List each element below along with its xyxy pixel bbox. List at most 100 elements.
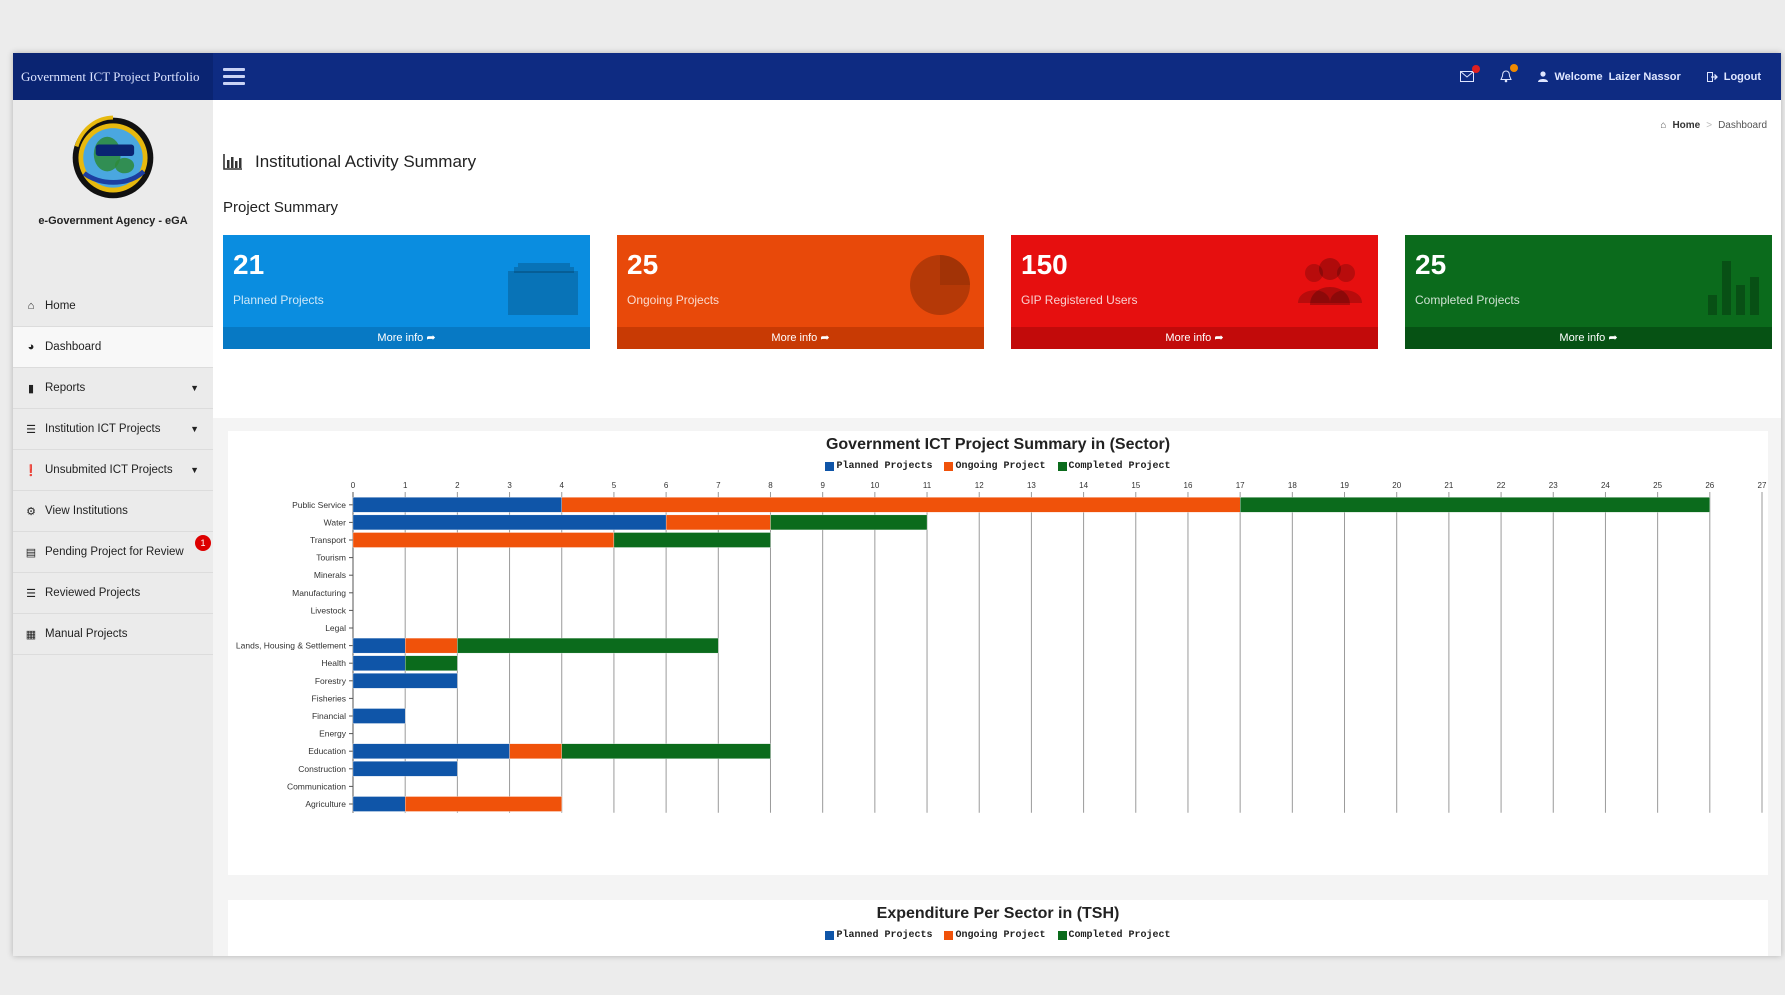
sidebar-item-reviewed-projects[interactable]: ☰ Reviewed Projects [13, 573, 213, 614]
x-tick-label: 9 [820, 481, 825, 490]
x-tick-label: 23 [1549, 481, 1558, 490]
x-tick-label: 22 [1497, 481, 1506, 490]
sidebar: e-Government Agency - eGA ⌂ Home ◕ Dashb… [13, 100, 213, 956]
notification-dot [1510, 64, 1519, 72]
y-tick-label: Public Service [292, 500, 346, 510]
sidebar-item-reports[interactable]: ▮ Reports ▼ [13, 368, 213, 409]
y-tick-label: Transport [310, 535, 347, 545]
y-tick-label: Tourism [316, 553, 346, 563]
sidebar-item-label: Dashboard [45, 341, 102, 353]
notification-dot [1472, 65, 1481, 73]
pending-count-badge: 1 [195, 535, 211, 551]
box-value: 150 [1021, 249, 1068, 280]
top-navbar: Government ICT Project Portfolio Welcome… [13, 53, 1781, 100]
legend-label: Ongoing Project [955, 930, 1046, 941]
dashboard-icon: ◕ [27, 341, 35, 353]
x-tick-label: 13 [1027, 481, 1036, 490]
user-menu[interactable]: Welcome Laizer Nassor [1538, 71, 1681, 83]
bar-segment [352, 761, 458, 777]
bar-segment [613, 532, 771, 548]
legend-swatch [944, 931, 954, 940]
legend-swatch [1057, 931, 1067, 940]
y-tick-label: Water [324, 517, 347, 527]
y-tick-label: Minerals [314, 570, 346, 580]
legend-label: Planned Projects [836, 930, 933, 941]
bar-segment [352, 637, 406, 654]
arrow-circle-right-icon: ➦ [426, 332, 436, 344]
sidebar-item-label: Reports [45, 382, 86, 394]
x-tick-label: 7 [716, 481, 721, 490]
notifications-button[interactable] [1500, 64, 1519, 83]
summary-section: ⌂ Home > Dashboard Institutional Activit… [213, 100, 1781, 418]
box-value: 25 [1415, 249, 1447, 280]
section-title: Project Summary [223, 199, 339, 216]
sidebar-item-label: Reviewed Projects [45, 587, 141, 599]
users-icon [1298, 258, 1362, 305]
sidebar-item-label: Unsubmited ICT Projects [45, 464, 173, 476]
sidebar-item-label: Institution ICT Projects [45, 423, 161, 435]
more-info-link[interactable]: More info ➦ [1011, 327, 1378, 349]
bar-segment [405, 637, 458, 654]
more-info-label: More info [1559, 332, 1606, 344]
arrow-circle-right-icon: ➦ [1214, 332, 1224, 344]
y-tick-label: Financial [312, 711, 346, 721]
sidebar-item-home[interactable]: ⌂ Home [13, 286, 213, 327]
legend-item[interactable]: Planned Projects [825, 930, 932, 941]
main-content: ⌂ Home > Dashboard Institutional Activit… [213, 100, 1781, 956]
sidebar-item-dashboard[interactable]: ◕ Dashboard [13, 327, 213, 368]
list-icon: ☰ [26, 587, 36, 600]
ongoing-projects-box: 25 Ongoing Projects More info ➦ [617, 235, 984, 349]
more-info-link[interactable]: More info ➦ [1405, 327, 1772, 349]
home-icon: ⌂ [27, 300, 35, 312]
x-tick-label: 3 [507, 481, 512, 490]
x-tick-label: 12 [975, 481, 984, 490]
legend-label: Completed Project [1068, 930, 1171, 941]
sidebar-item-manual-projects[interactable]: ▦ Manual Projects [13, 614, 213, 655]
bar-segment [1239, 497, 1710, 513]
menu-toggle-icon[interactable] [223, 68, 245, 85]
gear-icon: ⚙ [26, 505, 36, 518]
sidebar-item-view-institutions[interactable]: ⚙ View Institutions [13, 491, 213, 532]
y-tick-label: Lands, Housing & Settlement [236, 641, 347, 651]
breadcrumb-home-link[interactable]: Home [1672, 120, 1700, 131]
legend-swatch [825, 931, 835, 940]
x-tick-label: 19 [1340, 481, 1349, 490]
x-tick-label: 14 [1079, 481, 1088, 490]
more-info-link[interactable]: More info ➦ [617, 327, 984, 349]
more-info-label: More info [377, 332, 424, 344]
x-tick-label: 2 [455, 481, 460, 490]
app-brand[interactable]: Government ICT Project Portfolio [13, 53, 213, 100]
agency-logo-block: e-Government Agency - eGA [13, 100, 213, 286]
messages-button[interactable] [1460, 65, 1481, 82]
chart-title: Expenditure Per Sector in (TSH) [876, 905, 1120, 922]
info-icon: ❗ [24, 464, 38, 477]
arrow-circle-right-icon: ➦ [1608, 332, 1618, 344]
bar-segment [352, 673, 458, 689]
more-info-link[interactable]: More info ➦ [223, 327, 590, 349]
sidebar-item-pending-review[interactable]: ▤ Pending Project for Review 1 [13, 532, 213, 573]
bar-segment [509, 743, 562, 759]
x-tick-label: 10 [870, 481, 879, 490]
breadcrumb-current: Dashboard [1718, 120, 1767, 131]
sidebar-item-unsubmitted-ict-projects[interactable]: ❗ Unsubmited ICT Projects ▼ [13, 450, 213, 491]
bar-segment [405, 655, 458, 671]
bar-segment [352, 655, 406, 671]
y-tick-label: Education [308, 746, 346, 756]
more-info-label: More info [771, 332, 818, 344]
bar-segment [561, 743, 771, 759]
legend-item[interactable]: Completed Project [1057, 930, 1171, 941]
x-tick-label: 15 [1131, 481, 1140, 490]
x-tick-label: 11 [923, 481, 932, 490]
legend-item[interactable]: Ongoing Project [944, 930, 1046, 941]
x-tick-label: 4 [560, 481, 565, 490]
user-icon [1538, 71, 1549, 82]
sidebar-item-label: Home [45, 300, 76, 312]
x-tick-label: 1 [403, 481, 408, 490]
envelope-icon [1460, 71, 1475, 82]
logout-label: Logout [1723, 70, 1761, 83]
logout-button[interactable]: Logout [1706, 70, 1761, 83]
arrow-circle-right-icon: ➦ [820, 332, 830, 344]
sidebar-item-institution-ict-projects[interactable]: ☰ Institution ICT Projects ▼ [13, 409, 213, 450]
planned-projects-box: 21 Planned Projects More info ➦ [223, 235, 590, 349]
x-tick-label: 24 [1601, 481, 1610, 490]
